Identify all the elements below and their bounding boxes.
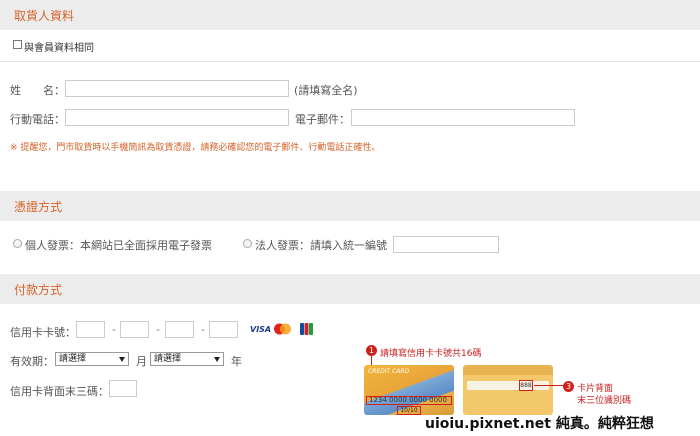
- expiry-year-select[interactable]: 請選擇: [150, 352, 224, 366]
- card-number-part-1[interactable]: [76, 321, 105, 338]
- name-label: 姓 名：: [10, 84, 65, 97]
- card-number-part-4[interactable]: [209, 321, 238, 338]
- name-input[interactable]: [65, 80, 289, 97]
- phone-label: 行動電話：: [10, 113, 65, 126]
- card-back-code: 888: [519, 380, 533, 391]
- personal-invoice-label: 個人發票：本網站已全面採用電子發票: [25, 239, 212, 252]
- step-1-text: 請填寫信用卡卡號共16碼: [380, 349, 482, 359]
- company-invoice-radio[interactable]: [243, 239, 252, 248]
- payment-section-header: 付款方式: [0, 274, 700, 304]
- expiry-month-select[interactable]: 請選擇: [55, 352, 129, 366]
- step-3-badge: 3: [563, 381, 574, 392]
- expiry-label: 有效期：: [10, 355, 54, 368]
- expiry-month-value: 請選擇: [59, 354, 87, 364]
- card-number-label: 信用卡卡號：: [10, 326, 76, 339]
- mastercard-logo-icon: [273, 323, 292, 335]
- card-back-image: 888: [463, 365, 553, 415]
- same-as-member-label: 與會員資料相同: [24, 43, 94, 54]
- payment-section-title: 付款方式: [14, 283, 63, 297]
- card-front-title: CREDIT CARD: [368, 368, 410, 375]
- divider: [0, 61, 700, 62]
- step-1-badge: 1: [366, 345, 377, 356]
- voucher-section-title: 憑證方式: [14, 200, 63, 214]
- email-label: 電子郵件：: [295, 113, 350, 126]
- card-number-part-2[interactable]: [120, 321, 149, 338]
- year-label: 年: [231, 355, 242, 368]
- pickup-section-header: 取貨人資料: [0, 0, 700, 30]
- cvv-input[interactable]: [109, 380, 137, 397]
- company-invoice-label: 法人發票：請填入統一編號: [255, 239, 387, 252]
- visa-logo-icon: VISA: [250, 325, 272, 334]
- card-front-number: 1234 0000 0000 0000: [366, 396, 452, 405]
- email-input[interactable]: [351, 109, 575, 126]
- watermark-text: uioiu.pixnet.net 純真。純粹狂想: [425, 416, 654, 432]
- tax-id-input[interactable]: [393, 236, 499, 253]
- chevron-down-icon: [214, 357, 220, 362]
- pickup-notice: ※ 提醒您，門市取貨時以手機簡訊為取貨憑證，請務必確認您的電子郵件、行動電話正確…: [10, 143, 381, 153]
- card-dash: -: [156, 323, 160, 336]
- card-number-part-3[interactable]: [165, 321, 194, 338]
- pickup-section-title: 取貨人資料: [14, 9, 75, 23]
- phone-input[interactable]: [65, 109, 289, 126]
- month-label: 月: [136, 355, 147, 368]
- step-3-text-line2: 末三位識別碼: [577, 396, 632, 406]
- expiry-year-value: 請選擇: [154, 354, 182, 364]
- jcb-logo-icon: [300, 323, 313, 335]
- personal-invoice-radio[interactable]: [13, 239, 22, 248]
- name-hint: (請填寫全名): [294, 84, 358, 97]
- step-3-pointer-line: [534, 385, 564, 386]
- cvv-label: 信用卡背面末三碼：: [10, 385, 109, 398]
- voucher-section-header: 憑證方式: [0, 191, 700, 221]
- chevron-down-icon: [119, 357, 125, 362]
- card-front-image: CREDIT CARD 1234 0000 0000 0000 10/10: [364, 365, 454, 415]
- same-as-member-checkbox[interactable]: [13, 40, 22, 49]
- card-dash: -: [112, 323, 116, 336]
- card-dash: -: [201, 323, 205, 336]
- card-front-expiry: 10/10: [397, 406, 421, 415]
